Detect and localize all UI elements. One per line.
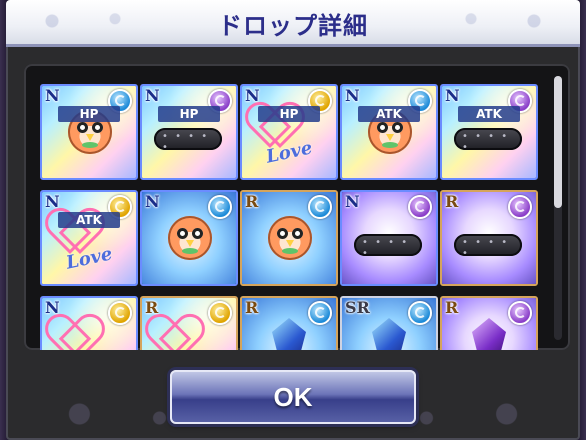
rarity-label: N [145,86,160,105]
scrollbar[interactable] [554,76,562,340]
drop-item-card[interactable]: HPN [140,84,238,180]
water-element-icon [308,301,332,325]
drop-list-panel[interactable]: HPNHPNLoveHPNATKNATKNLoveATKNNRNRLoveNLo… [24,64,570,350]
moon-element-icon [508,195,532,219]
drop-item-card[interactable]: R [240,190,338,286]
rarity-label: R [245,192,259,211]
stat-badge: ATK [458,106,520,122]
drop-item-card[interactable]: R [440,190,538,286]
collar-icon [154,128,222,153]
rarity-label: N [145,192,160,211]
stat-badge: ATK [358,106,420,122]
water-element-icon [308,195,332,219]
drop-item-card[interactable]: LoveN [40,296,138,350]
stat-badge: ATK [58,212,120,228]
collar-icon [454,234,522,259]
drop-item-card[interactable]: HPN [40,84,138,180]
rarity-label: R [445,298,459,317]
drop-item-card[interactable]: LoveR [140,296,238,350]
drop-item-card[interactable]: SR [340,296,438,350]
drop-item-card[interactable]: N [140,190,238,286]
moon-element-icon [508,301,532,325]
collar-icon [354,234,422,259]
thunder-element-icon [208,301,232,325]
drop-item-card[interactable]: Love ATK N [40,190,138,286]
rarity-label: N [345,86,360,105]
rarity-label: R [245,298,259,317]
bird-icon [168,216,212,260]
dialog-title: ドロップ詳細 [218,12,368,40]
rarity-label: N [45,298,60,317]
rarity-label: N [245,86,260,105]
water-element-icon [408,301,432,325]
water-element-icon [208,195,232,219]
rarity-label: N [45,86,60,105]
rarity-label: N [45,192,60,211]
rarity-label: SR [345,298,370,317]
rarity-label: N [345,192,360,211]
drop-item-card[interactable]: ATKN [340,84,438,180]
drop-item-card[interactable]: ATKN [440,84,538,180]
stat-badge: HP [58,106,120,122]
drop-item-card[interactable]: R [240,296,338,350]
stat-badge: HP [158,106,220,122]
drop-item-card[interactable]: R [440,296,538,350]
moon-element-icon [408,195,432,219]
thunder-element-icon [108,301,132,325]
drop-item-card[interactable]: Love HP N [240,84,338,180]
rarity-label: R [145,298,159,317]
collar-icon [454,128,522,153]
drop-item-card[interactable]: N [340,190,438,286]
bird-icon [268,216,312,260]
stat-badge: HP [258,106,320,122]
rarity-label: N [445,86,460,105]
rarity-label: R [445,192,459,211]
ok-button[interactable]: OK [170,370,416,424]
scrollbar-thumb[interactable] [554,76,562,208]
dialog-titlebar: ドロップ詳細 [6,0,580,47]
